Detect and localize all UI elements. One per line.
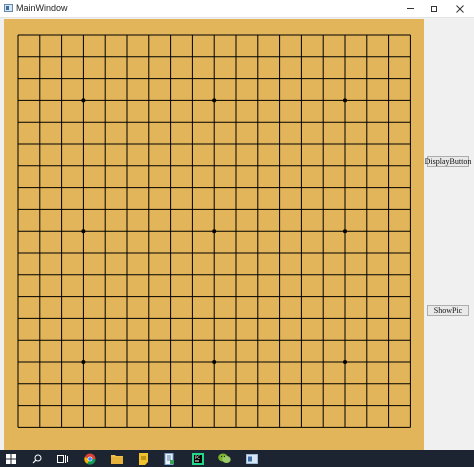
taskbar: PC — [0, 450, 474, 467]
svg-text:PC: PC — [195, 455, 200, 460]
pycharm-icon[interactable]: PC — [191, 452, 204, 465]
wechat-icon[interactable] — [218, 452, 231, 465]
search-icon[interactable] — [30, 452, 43, 465]
close-icon — [456, 4, 464, 13]
go-board[interactable] — [4, 19, 424, 450]
sticky-app-icon[interactable] — [137, 452, 150, 465]
task-view-icon[interactable] — [56, 452, 69, 465]
file-explorer-icon[interactable] — [110, 452, 123, 465]
qt-window-icon[interactable] — [245, 452, 258, 465]
star-point — [212, 229, 217, 234]
main-window: MainWindow DisplayButton ShowPic PC — [0, 0, 474, 467]
star-point — [212, 360, 217, 364]
maximize-icon — [431, 5, 437, 12]
app-icon — [4, 4, 13, 12]
close-button[interactable] — [446, 0, 474, 17]
notepad-icon[interactable] — [163, 452, 176, 465]
display-button[interactable]: DisplayButton — [425, 156, 471, 167]
star-point — [81, 229, 86, 234]
star-point — [81, 360, 86, 364]
go-board-grid[interactable] — [4, 19, 424, 450]
showpic-button[interactable]: ShowPic — [427, 305, 469, 316]
star-point — [212, 98, 217, 103]
minimize-icon — [406, 8, 414, 9]
star-point — [343, 98, 347, 103]
star-point — [343, 229, 347, 234]
windows-start-icon[interactable] — [4, 452, 17, 465]
star-point — [81, 98, 86, 103]
maximize-button[interactable] — [420, 0, 448, 17]
star-point — [343, 360, 347, 364]
chrome-icon[interactable] — [83, 452, 96, 465]
title-bar[interactable]: MainWindow — [0, 0, 474, 18]
window-title: MainWindow — [16, 3, 68, 13]
